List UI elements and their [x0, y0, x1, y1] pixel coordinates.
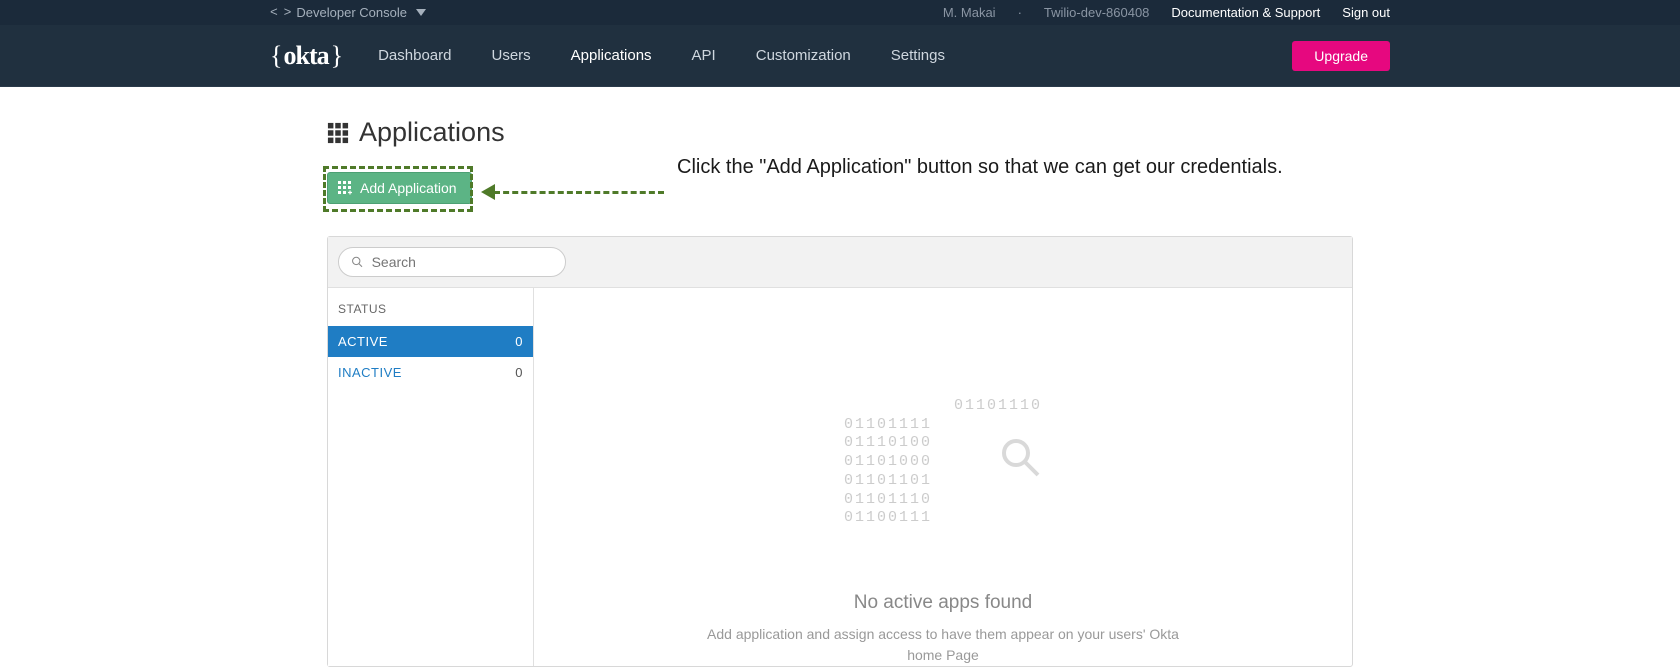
primary-nav: okta Dashboard Users Applications API Cu… [0, 25, 1680, 87]
search-icon [351, 255, 364, 269]
nav-links: Dashboard Users Applications API Customi… [378, 47, 945, 64]
org-name[interactable]: Twilio-dev-860408 [1044, 5, 1150, 20]
arrow-head-icon [481, 184, 495, 200]
documentation-support-link[interactable]: Documentation & Support [1171, 5, 1320, 20]
user-name[interactable]: M. Makai [943, 5, 996, 20]
status-label: INACTIVE [338, 365, 402, 380]
add-application-button[interactable]: Add Application [327, 172, 472, 204]
status-filter-inactive[interactable]: INACTIVE 0 [328, 357, 533, 388]
apps-grid-icon [327, 122, 349, 144]
magnifier-icon [868, 418, 908, 458]
top-utility-bar: < > Developer Console M. Makai · Twilio-… [0, 0, 1680, 25]
apps-add-icon [338, 181, 352, 195]
status-header: STATUS [328, 288, 533, 326]
empty-state: 01101110 01101111 01110100 01101000 0110… [534, 288, 1352, 666]
okta-logo[interactable]: okta [270, 41, 342, 71]
status-count: 0 [515, 365, 523, 380]
status-sidebar: STATUS ACTIVE 0 INACTIVE 0 [328, 288, 534, 666]
empty-state-subtitle: Add application and assign access to hav… [703, 624, 1183, 666]
nav-applications[interactable]: Applications [571, 47, 652, 64]
nav-customization[interactable]: Customization [756, 47, 851, 64]
status-filter-active[interactable]: ACTIVE 0 [328, 326, 533, 357]
nav-dashboard[interactable]: Dashboard [378, 47, 451, 64]
chevron-down-icon[interactable] [416, 9, 426, 16]
search-bar-row [328, 237, 1352, 288]
applications-panel: STATUS ACTIVE 0 INACTIVE 0 01101110 0110… [327, 236, 1353, 667]
empty-state-title: No active apps found [854, 592, 1033, 614]
nav-api[interactable]: API [692, 47, 716, 64]
upgrade-button[interactable]: Upgrade [1292, 41, 1390, 71]
sign-out-link[interactable]: Sign out [1342, 5, 1390, 20]
nav-users[interactable]: Users [491, 47, 530, 64]
status-count: 0 [515, 334, 523, 349]
search-input-wrap[interactable] [338, 247, 566, 277]
binary-art: 01101110 01101111 01110100 01101000 0110… [844, 378, 1042, 566]
separator-dot: · [1018, 5, 1022, 20]
add-application-label: Add Application [360, 180, 457, 196]
code-bracket-icon: < > [270, 5, 290, 20]
page-title: Applications [359, 117, 505, 148]
annotation-arrow [479, 184, 664, 200]
console-switcher[interactable]: Developer Console [296, 5, 407, 20]
nav-settings[interactable]: Settings [891, 47, 945, 64]
arrow-line [494, 191, 664, 194]
search-input[interactable] [372, 254, 553, 270]
annotation-text: Click the "Add Application" button so th… [677, 156, 1283, 179]
status-label: ACTIVE [338, 334, 388, 349]
content-area: Applications Add Application Click the "… [327, 87, 1353, 667]
